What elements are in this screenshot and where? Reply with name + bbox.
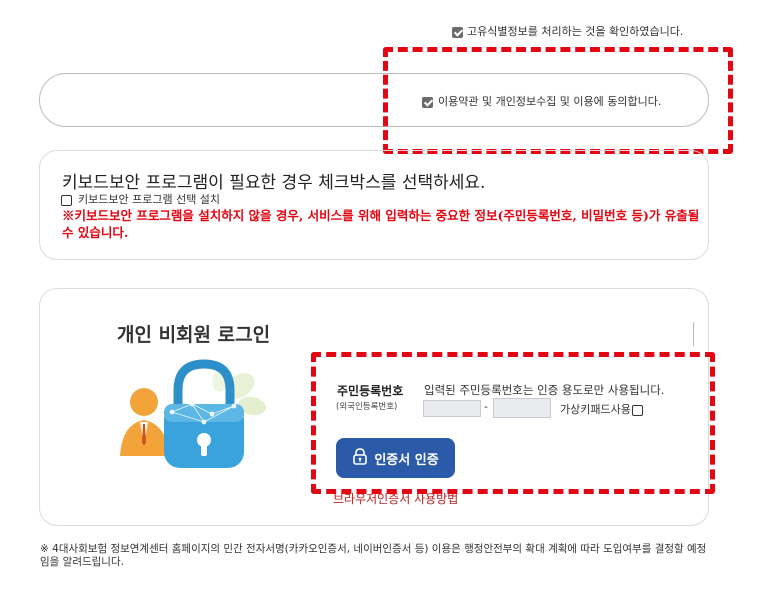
highlight-box-ssn-auth	[311, 352, 715, 494]
keyboard-security-title: 키보드보안 프로그램이 필요한 경우 체크박스를 선택하세요.	[62, 173, 486, 193]
keyboard-security-warning: ※키보드보안 프로그램을 설치하지 않을 경우, 서비스를 위해 입력하는 중요…	[62, 208, 700, 240]
keyboard-security-checkbox[interactable]	[61, 194, 72, 206]
person-padlock-illustration	[112, 356, 272, 476]
unique-id-consent-label: 고유식별정보를 처리하는 것을 확인하였습니다.	[467, 25, 684, 38]
divider	[693, 322, 694, 346]
unique-id-consent[interactable]: 고유식별정보를 처리하는 것을 확인하였습니다.	[452, 23, 683, 39]
highlight-box-terms	[383, 47, 733, 154]
login-title: 개인 비회원 로그인	[117, 324, 271, 346]
keyboard-security-option[interactable]: 키보드보안 프로그램 선택 설치	[61, 191, 220, 207]
unique-id-consent-checkbox[interactable]	[452, 26, 463, 38]
footnote-notice: ※ 4대사회보험 정보연계센터 홈페이지의 민간 전자서명(카카오인증서, 네이…	[40, 543, 707, 568]
keyboard-security-checkbox-label: 키보드보안 프로그램 선택 설치	[78, 193, 221, 206]
